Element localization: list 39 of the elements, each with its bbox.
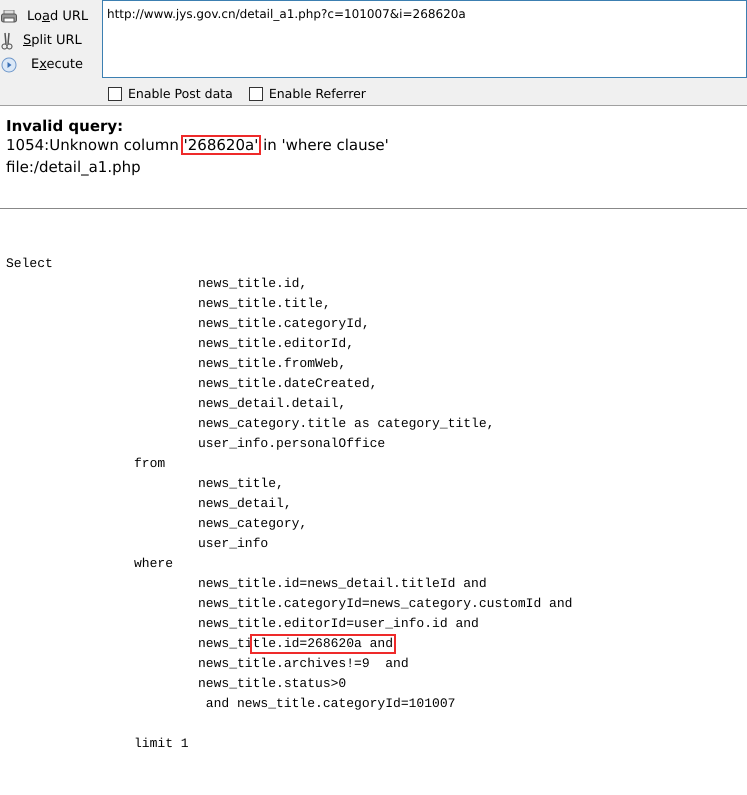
- sql-keyword: Select: [6, 255, 54, 273]
- sql-line: and news_title.categoryId=101007: [204, 695, 456, 713]
- split-button[interactable]: Split URL: [0, 29, 102, 52]
- sql-line: news_title.id,: [197, 275, 308, 293]
- sql-line: user_info.personalOffice: [197, 435, 386, 453]
- checkbox-label: Enable Post data: [128, 86, 233, 101]
- file-path: file:/detail_a1.php: [6, 157, 142, 178]
- sql-line: news_title.title,: [197, 295, 332, 313]
- scissors-icon: [1, 32, 13, 50]
- load-button[interactable]: Load URL: [0, 5, 102, 28]
- error-message: in 'where clause': [262, 135, 390, 155]
- play-icon: [1, 56, 17, 72]
- error-title: Invalid query:: [6, 118, 124, 134]
- sql-line: news_detail,: [197, 495, 293, 513]
- sql-line: news_title.fromWeb,: [197, 355, 348, 373]
- sql-keyword: where: [133, 555, 174, 573]
- sql-line: news_title.categoryId=news_category.customId and: [197, 595, 574, 613]
- sql-line: news_title.dateCreated,: [197, 375, 378, 393]
- url-field[interactable]: http://www.jys.gov.cn/detail_a1.php?c=101007&i=268620a: [102, 0, 747, 78]
- checkbox[interactable]: [108, 86, 122, 100]
- error-message: 1054:Unknown column: [5, 135, 180, 155]
- sql-line: news_title.categoryId,: [197, 315, 371, 333]
- sql-line: news_title,: [197, 475, 285, 493]
- sql-line: news_title.status>0: [197, 675, 348, 693]
- checkbox[interactable]: [248, 86, 263, 100]
- sql-keyword: from: [133, 455, 166, 473]
- sql-line: news_title.editorId,: [197, 335, 356, 353]
- execute-button[interactable]: Execute: [0, 53, 102, 76]
- sql-keyword: limit 1: [133, 735, 190, 753]
- sql-line: news_category,: [197, 515, 308, 533]
- sql-line: news_detail.detail,: [197, 395, 348, 413]
- sql-line: user_info: [197, 535, 270, 553]
- sql-line: news_category.title as category_title,: [197, 415, 496, 433]
- checkbox-label: Enable Referrer: [268, 86, 366, 101]
- sql-line: news_title.archives!=9 and: [197, 655, 410, 673]
- sql-line: news_title.editorId=user_info.id and: [197, 615, 480, 633]
- sql-line: news_title.id=news_detail.titleId and: [197, 575, 488, 593]
- highlighted-text: tle.id=268620a and: [250, 634, 396, 654]
- highlighted-text: '268620a': [180, 135, 262, 155]
